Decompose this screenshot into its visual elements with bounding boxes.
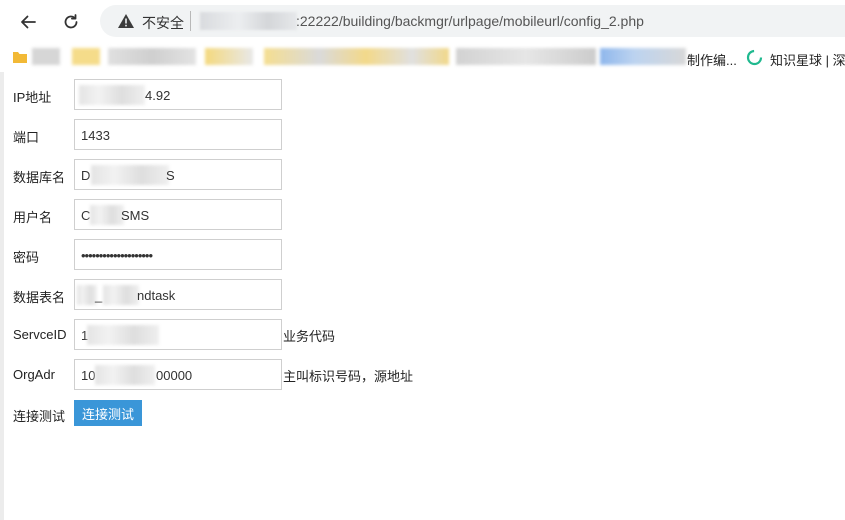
- form-row-user: 用户名 C SMS: [8, 199, 428, 231]
- bookmark-item[interactable]: 知识星球 | 深度: [770, 50, 845, 69]
- table-label: 数据表名: [13, 290, 66, 305]
- form-row-password: 密码 ••••••••••••••••••••: [8, 239, 428, 271]
- user-label: 用户名: [13, 210, 53, 225]
- password-label: 密码: [13, 250, 40, 265]
- ip-value: 4.92: [145, 88, 171, 103]
- bookmarks-bar: 制作编... 知识星球 | 深度: [0, 42, 845, 72]
- bookmark-redacted[interactable]: [108, 48, 196, 65]
- redacted-text: [95, 365, 155, 385]
- redacted-text: [79, 85, 145, 105]
- dbname-input[interactable]: D S: [74, 159, 282, 190]
- ip-label: IP地址: [13, 90, 52, 105]
- browser-toolbar: 不安全 :22222/building/backmgr/urlpage/mobi…: [0, 0, 845, 42]
- url-text[interactable]: :22222/building/backmgr/urlpage/mobileur…: [296, 13, 644, 29]
- folder-icon[interactable]: [12, 49, 28, 65]
- test-label: 连接测试: [13, 409, 66, 424]
- form-row-orgadr: OrgAdr 10 00000 主叫标识号码，源地址: [8, 359, 428, 391]
- serviceid-hint: 业务代码: [283, 329, 336, 344]
- redacted-text: [90, 205, 124, 225]
- port-label: 端口: [13, 130, 40, 145]
- form-row-table: 数据表名 _ ndtask: [8, 279, 428, 311]
- form-row-port: 端口 1433: [8, 119, 428, 151]
- user-value-end: SMS: [121, 208, 150, 223]
- user-input[interactable]: C SMS: [74, 199, 282, 230]
- serviceid-label: ServceID: [13, 327, 67, 342]
- form-row-ip: IP地址 4.92: [8, 79, 428, 111]
- arrow-left-icon: [21, 15, 36, 29]
- port-input[interactable]: 1433: [74, 119, 282, 150]
- bookmark-redacted[interactable]: [264, 48, 449, 65]
- bookmark-redacted[interactable]: [72, 48, 100, 65]
- redacted-text: [103, 285, 139, 305]
- redacted-text: [87, 325, 159, 345]
- redacted-text: [77, 285, 97, 305]
- knowledge-planet-icon[interactable]: [746, 49, 763, 66]
- orgadr-value-end: 00000: [156, 368, 193, 383]
- reload-button[interactable]: [58, 9, 84, 35]
- dbname-value-end: S: [166, 168, 175, 183]
- connection-test-button[interactable]: 连接测试: [74, 400, 142, 426]
- password-value: ••••••••••••••••••••: [81, 248, 153, 263]
- ip-input[interactable]: 4.92: [74, 79, 282, 110]
- url-host-redacted: [200, 12, 297, 30]
- security-status-label[interactable]: 不安全: [142, 13, 184, 33]
- orgadr-input[interactable]: 10 00000: [74, 359, 282, 390]
- serviceid-input[interactable]: 1: [74, 319, 282, 350]
- bookmark-redacted[interactable]: [32, 48, 60, 65]
- back-button[interactable]: [15, 9, 41, 35]
- bookmark-redacted[interactable]: [456, 48, 596, 65]
- address-divider: [190, 11, 191, 31]
- reload-icon: [64, 14, 78, 29]
- redacted-text: [91, 165, 169, 185]
- bookmark-item[interactable]: 制作编...: [687, 50, 737, 69]
- orgadr-hint: 主叫标识号码，源地址: [283, 369, 414, 384]
- orgadr-label: OrgAdr: [13, 367, 55, 382]
- bookmark-redacted[interactable]: [600, 48, 686, 65]
- orgadr-value-start: 10: [81, 368, 96, 383]
- port-value: 1433: [81, 128, 110, 143]
- form-row-dbname: 数据库名 D S: [8, 159, 428, 191]
- bookmark-redacted[interactable]: [205, 48, 253, 65]
- password-input[interactable]: ••••••••••••••••••••: [74, 239, 282, 270]
- form-row-serviceid: ServceID 1 业务代码: [8, 319, 428, 351]
- dbname-value-start: D: [81, 168, 91, 183]
- user-value-start: C: [81, 208, 91, 223]
- warning-icon[interactable]: [117, 13, 135, 29]
- dbname-label: 数据库名: [13, 170, 66, 185]
- table-value-end: ndtask: [137, 288, 176, 303]
- table-input[interactable]: _ ndtask: [74, 279, 282, 310]
- form-row-test: 连接测试 连接测试: [8, 400, 428, 432]
- page-content: IP地址 4.92 端口 1433 数据库名 D S 用户名 C SMS 密码 …: [0, 72, 845, 520]
- table-value-start: _: [95, 288, 103, 303]
